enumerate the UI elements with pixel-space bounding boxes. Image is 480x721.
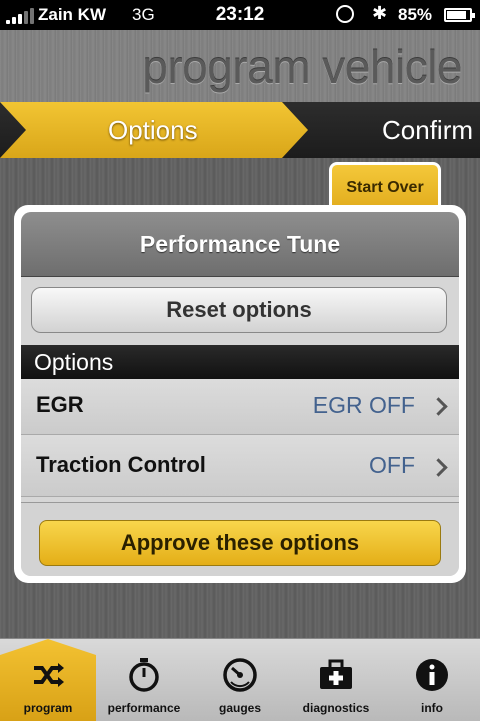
chevron-right-icon	[429, 458, 448, 477]
tab-gauges[interactable]: gauges	[192, 639, 288, 721]
tab-program[interactable]: program	[0, 639, 96, 721]
info-icon	[416, 659, 448, 691]
battery-percent: 85%	[398, 5, 433, 24]
start-over-button[interactable]: Start Over	[329, 162, 441, 208]
step-bar: Options Confirm	[0, 102, 480, 158]
step-confirm-label[interactable]: Confirm	[382, 115, 473, 146]
page-title: program vehicle	[142, 41, 462, 93]
step-options-label: Options	[108, 115, 198, 145]
option-value: EGR OFF	[312, 392, 415, 418]
reset-options-button[interactable]: Reset options	[31, 287, 447, 333]
tab-label: diagnostics	[302, 701, 370, 715]
panel-header: Performance Tune	[21, 212, 459, 277]
tab-diagnostics[interactable]: diagnostics	[288, 639, 384, 721]
status-bar: Zain KW 3G 23:12 ✱ 85%	[0, 0, 480, 30]
performance-tune-panel: Performance Tune Reset options Options E…	[14, 205, 466, 583]
tab-performance[interactable]: performance	[96, 639, 192, 721]
option-row-traction-control[interactable]: Traction Control OFF	[21, 435, 459, 497]
gauge-icon	[223, 658, 257, 692]
option-row-egr[interactable]: EGR EGR OFF	[21, 379, 459, 435]
tab-bar: program performance gauges diagnostics i…	[0, 638, 480, 721]
panel-title: Performance Tune	[139, 231, 341, 257]
tab-label: gauges	[218, 701, 261, 715]
option-label: EGR	[36, 392, 84, 417]
tab-label: performance	[107, 701, 181, 715]
option-value: OFF	[369, 452, 415, 478]
battery-icon	[444, 8, 475, 22]
approve-options-button[interactable]: Approve these options	[39, 520, 441, 566]
shuffle-icon	[34, 663, 64, 687]
rotation-lock-icon	[336, 5, 354, 23]
chevron-right-icon	[429, 397, 448, 416]
options-section-header: Options	[21, 345, 459, 379]
app-header: program vehicle	[0, 30, 480, 102]
stopwatch-icon	[129, 658, 159, 692]
tab-label: info	[421, 701, 443, 715]
bluetooth-icon: ✱	[372, 3, 388, 23]
tab-label: program	[23, 701, 73, 715]
tab-info[interactable]: info	[384, 639, 480, 721]
option-label: Traction Control	[36, 452, 206, 477]
medkit-icon	[320, 659, 352, 689]
